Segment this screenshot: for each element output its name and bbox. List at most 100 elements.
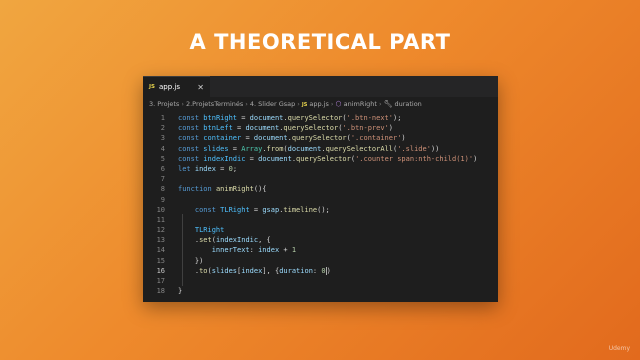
- code-token: to: [199, 266, 208, 275]
- code-line[interactable]: 15 }): [143, 256, 498, 266]
- code-token: const: [194, 205, 221, 214]
- tab-app-js[interactable]: JS app.js ✕: [143, 76, 210, 97]
- code-line[interactable]: 4 const slides = Array.from(document.quer…: [143, 144, 498, 154]
- code-token: document: [287, 144, 322, 153]
- code-line[interactable]: 12 TLRight: [143, 225, 498, 235]
- code-token: (){: [253, 185, 267, 194]
- udemy-watermark: Udemy: [608, 345, 630, 352]
- code-line[interactable]: 1 const btnRight = document.querySelector…: [143, 113, 498, 123]
- chevron-right-icon: ›: [181, 100, 184, 108]
- code-line[interactable]: 9: [143, 195, 498, 205]
- chevron-right-icon: ›: [378, 100, 382, 108]
- line-number: 2: [160, 124, 165, 133]
- code-token: ): [326, 266, 331, 275]
- code-token: function: [178, 185, 216, 194]
- code-token: TLRight: [194, 226, 225, 235]
- code-token: =: [228, 144, 242, 153]
- code-token: querySelector: [296, 154, 351, 163]
- breadcrumb-label: duration: [394, 100, 422, 108]
- chevron-right-icon: ›: [330, 100, 334, 108]
- code-line[interactable]: 8 function animRight(){: [143, 184, 498, 194]
- code-text: .to(slides[index], {duration: 0): [178, 266, 331, 276]
- code-token: const: [178, 154, 204, 163]
- code-token: :: [249, 246, 259, 255]
- code-token: , {: [258, 236, 271, 245]
- code-text: function animRight(){: [178, 184, 267, 194]
- code-line[interactable]: 13 .set(indexIndic, {: [143, 235, 498, 245]
- code-token: innerText: [211, 246, 250, 255]
- code-line[interactable]: 3 const container = document.querySelecto…: [143, 133, 498, 143]
- code-area[interactable]: 1 const btnRight = document.querySelector…: [143, 113, 498, 296]
- code-token: timeline: [283, 205, 318, 214]
- code-token: indexIndic: [215, 236, 259, 245]
- breadcrumb-item-slider-gsap[interactable]: 4. Slider Gsap: [250, 100, 295, 108]
- slide-title: A THEORETICAL PART: [189, 30, 451, 54]
- code-token: animRight: [215, 185, 254, 194]
- code-token: btnLeft: [203, 124, 233, 133]
- code-token: '.slide': [397, 144, 431, 153]
- line-number: 17: [156, 277, 165, 285]
- code-line[interactable]: 16 .to(slides[index], {duration: 0): [143, 266, 498, 276]
- code-token: querySelector: [287, 114, 343, 122]
- code-token: const: [178, 134, 204, 143]
- code-token: slides: [211, 266, 238, 275]
- code-token: =: [237, 114, 250, 122]
- code-text: let index = 0;: [178, 164, 237, 174]
- code-token: ): [401, 134, 406, 143]
- code-token: duration: [279, 266, 313, 275]
- code-line[interactable]: 6 let index = 0;: [143, 164, 498, 174]
- code-token: document: [245, 124, 280, 133]
- breadcrumb-item-projets-termines[interactable]: 2.ProjetsTerminés: [186, 100, 243, 108]
- line-number: 16: [156, 266, 165, 275]
- code-token: ): [473, 154, 478, 163]
- close-icon[interactable]: ✕: [197, 83, 204, 92]
- code-text: TLRight: [178, 225, 225, 235]
- code-line[interactable]: 7: [143, 174, 498, 184]
- line-number: 15: [156, 256, 165, 265]
- code-line[interactable]: 2 const btnLeft = document.querySelector(…: [143, 123, 498, 133]
- breadcrumb-item-projets[interactable]: 3. Projets: [149, 100, 179, 108]
- line-number: 5: [160, 154, 165, 163]
- code-token: =: [215, 164, 229, 173]
- code-token: =: [232, 124, 246, 133]
- code-token: '.btn-next': [346, 114, 393, 122]
- code-token: const: [178, 124, 204, 133]
- code-token: container: [203, 134, 242, 143]
- code-line[interactable]: 11: [143, 215, 498, 225]
- code-line[interactable]: 18}: [143, 286, 498, 296]
- code-token: ();: [317, 205, 330, 214]
- code-token: from: [266, 144, 284, 153]
- code-token: set: [199, 236, 212, 245]
- code-token: document: [258, 154, 292, 163]
- code-token: Array: [241, 144, 263, 153]
- breadcrumb: 3. Projets › 2.ProjetsTerminés › 4. Slid…: [143, 97, 498, 111]
- code-line[interactable]: 5 const indexIndic = document.querySelect…: [143, 154, 498, 164]
- indent-guide: [182, 214, 183, 286]
- code-text: const container = document.querySelector…: [178, 133, 406, 143]
- code-token: }: [178, 287, 183, 296]
- javascript-file-icon: JS: [301, 102, 308, 108]
- code-line[interactable]: 10 const TLRight = gsap.timeline();: [143, 205, 498, 215]
- code-token: =: [249, 205, 263, 214]
- code-line[interactable]: 14 innerText: index + 1: [143, 245, 498, 255]
- code-token: const: [178, 144, 204, 153]
- breadcrumb-item-app-js[interactable]: JS app.js: [302, 100, 329, 108]
- code-text: const slides = Array.from(document.query…: [178, 144, 439, 154]
- code-token: 1: [291, 246, 297, 255]
- code-token: ;: [232, 164, 238, 173]
- code-line[interactable]: 17: [143, 276, 498, 286]
- code-token: +: [279, 246, 292, 255]
- code-token: document: [253, 134, 288, 143]
- code-token: gsap: [262, 205, 280, 214]
- breadcrumb-item-duration[interactable]: 🔧︎ duration: [384, 100, 422, 108]
- code-token: const: [178, 114, 204, 122]
- line-number: 14: [156, 246, 165, 255]
- code-token: '.btn-prev': [342, 124, 389, 133]
- breadcrumb-label: animRight: [343, 100, 377, 108]
- code-token: querySelectorAll: [325, 144, 393, 153]
- breadcrumb-item-animright[interactable]: ⬡ animRight: [335, 100, 376, 108]
- code-token: ], {: [262, 266, 280, 275]
- breadcrumb-label: app.js: [309, 100, 329, 108]
